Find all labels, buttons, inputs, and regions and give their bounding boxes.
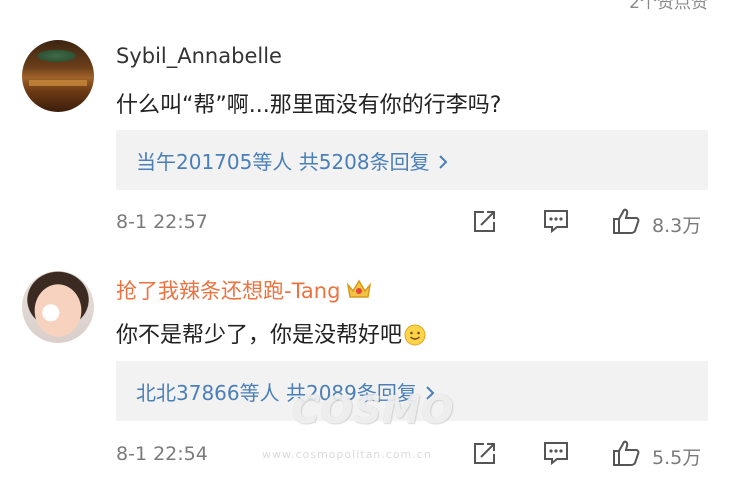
username[interactable]: 抢了我辣条还想跑-Tang [116,275,372,305]
reply-icon[interactable] [542,207,570,235]
timestamp: 8-1 22:57 [116,211,208,233]
previous-like-label: 2个赞点赞 [629,0,708,13]
comment-text: 你不是帮少了，你是没帮好吧 [116,317,426,349]
smiley-emoji-icon [404,324,426,346]
watermark-logo: COSMO [292,388,455,432]
reply-icon[interactable] [542,439,570,467]
watermark-url: www.cosmopolitan.com.cn [262,448,432,461]
like-count: 5.5万 [652,447,702,469]
avatar[interactable] [22,40,94,112]
reply-summary[interactable]: 当午201705等人 共5208条回复 [136,146,450,175]
avatar[interactable] [22,271,94,343]
like-count: 8.3万 [652,215,702,237]
reply-summary-text: 当午201705等人 共5208条回复 [136,150,430,174]
timestamp: 8-1 22:54 [116,443,208,465]
comment-text-body: 你不是帮少了，你是没帮好吧 [116,323,403,348]
chevron-right-icon [438,155,448,169]
share-icon[interactable] [471,439,499,467]
thumbs-up-icon[interactable] [612,207,640,235]
share-icon[interactable] [471,207,499,235]
thumbs-up-icon[interactable] [612,439,640,467]
comment-text: 什么叫“帮”啊...那里面没有你的行李吗? [116,93,502,118]
username[interactable]: Sybil_Annabelle [116,44,282,68]
crown-icon [347,279,372,298]
username-text: 抢了我辣条还想跑-Tang [116,279,341,303]
comment-meta: 8-1 22:57 8.3万 [0,203,730,243]
reply-summary-box[interactable]: 当午201705等人 共5208条回复 [116,130,708,190]
